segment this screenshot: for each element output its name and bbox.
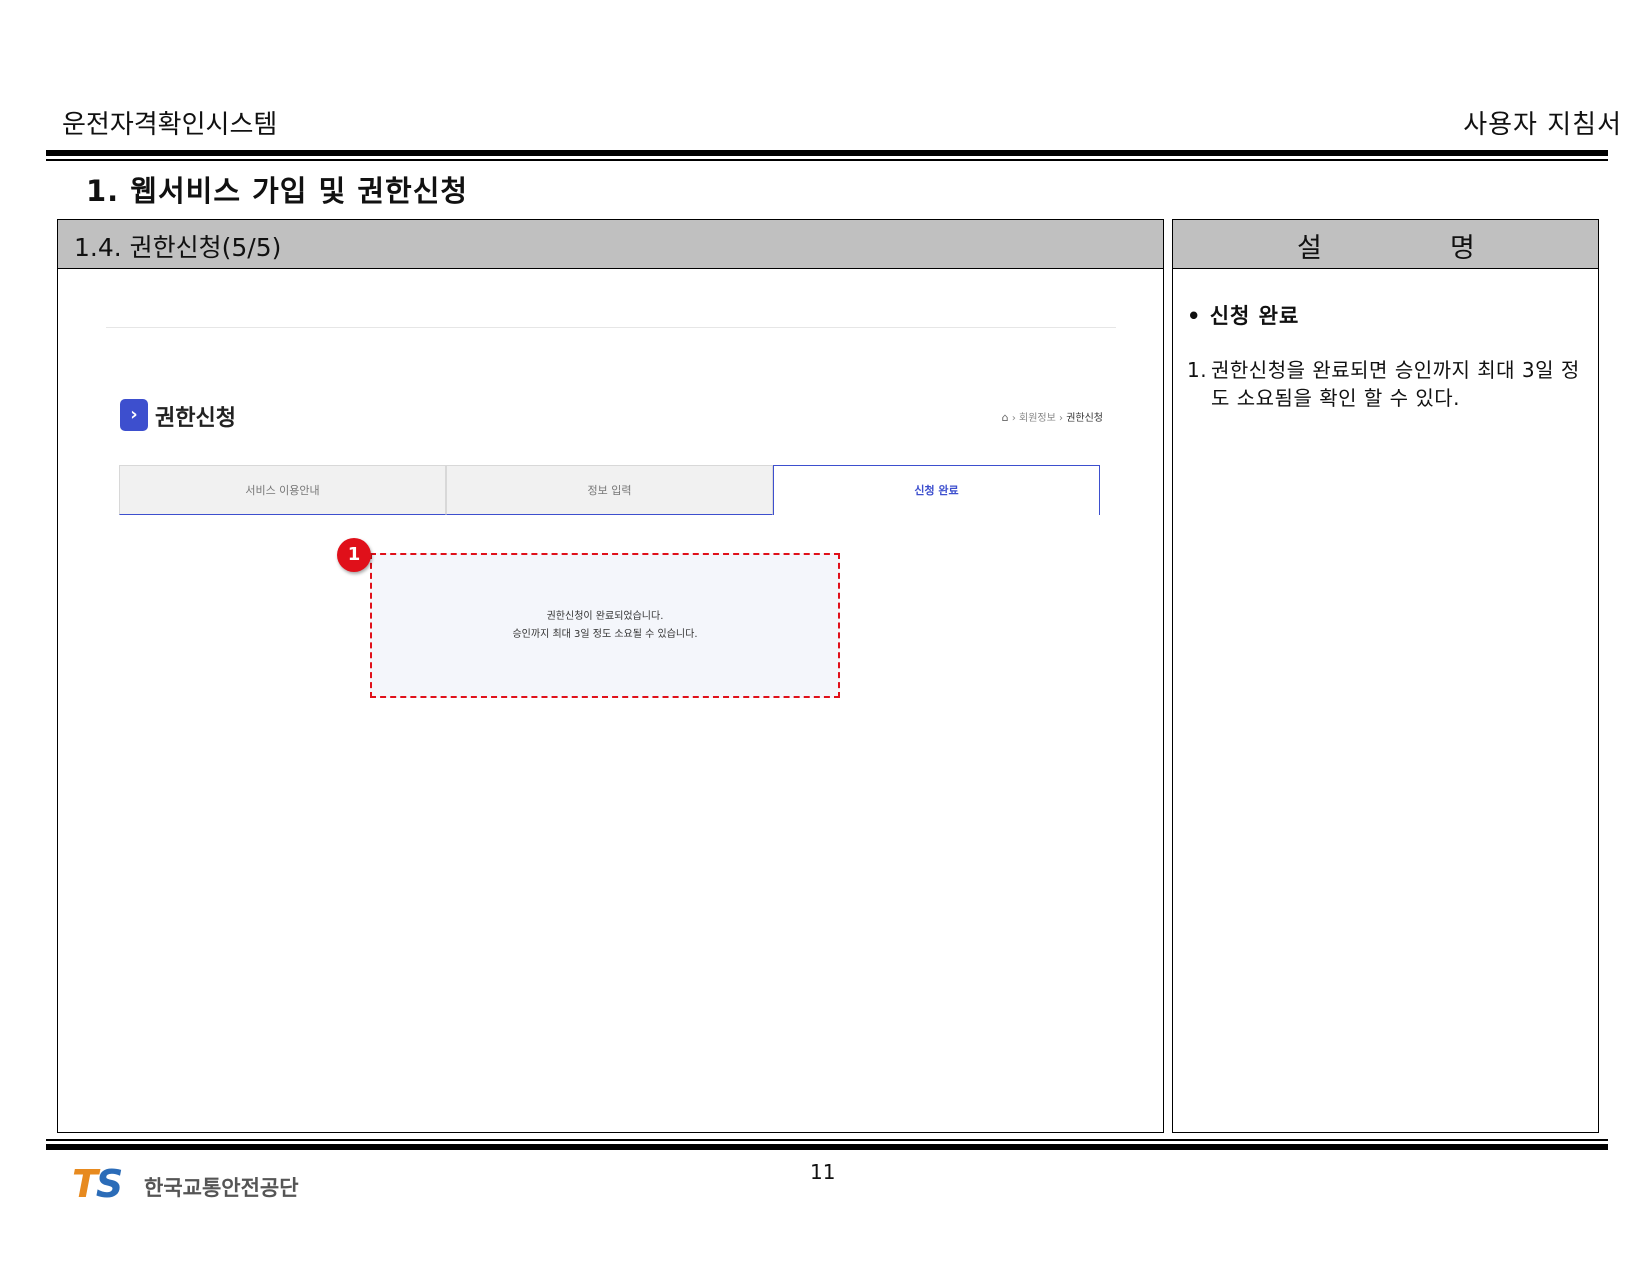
step-request-complete[interactable]: 신청 완료: [773, 465, 1100, 515]
description-bullet: • 신청 완료: [1187, 304, 1300, 328]
screen-panel: 1.4. 권한신청(5/5) › 권한신청 ⌂ › 회원정보 › 권한신청 서비…: [57, 219, 1164, 1133]
company-name: 한국교통안전공단: [144, 1176, 299, 1200]
page-number: 11: [810, 1160, 836, 1184]
home-icon[interactable]: ⌂: [1002, 411, 1009, 424]
ts-logo-mark: TS: [72, 1162, 123, 1206]
footer-rule-thin: [46, 1139, 1608, 1141]
document-type: 사용자 지침서: [1463, 110, 1622, 140]
header-rule-thin: [46, 159, 1608, 161]
logo-letter-t: T: [72, 1162, 98, 1206]
header-rule-thick: [46, 150, 1608, 156]
breadcrumb-separator: ›: [1011, 413, 1016, 424]
logo-letter-s: S: [95, 1162, 123, 1206]
web-divider: [106, 327, 1116, 328]
callout-marker: 1: [337, 538, 371, 572]
completion-message-line2: 승인까지 최대 3일 정도 소요될 수 있습니다.: [512, 629, 698, 640]
screen-panel-title: 1.4. 권한신청(5/5): [74, 233, 282, 262]
description-item-text: 권한신청을 완료되면 승인까지 최대 3일 정도 소요됨을 확인 할 수 있다.: [1211, 358, 1580, 410]
section-title: 1. 웹서비스 가입 및 권한신청: [86, 174, 469, 208]
description-panel-header: 설 명: [1173, 220, 1598, 269]
step-service-guide[interactable]: 서비스 이용안내: [119, 465, 446, 515]
description-item-number: 1.: [1187, 358, 1208, 382]
breadcrumb: ⌂ › 회원정보 › 권한신청: [1002, 409, 1103, 424]
description-header-right: 명: [1450, 233, 1475, 264]
breadcrumb-item-member-info[interactable]: 회원정보: [1019, 413, 1056, 424]
chevron-right-icon: ›: [120, 399, 148, 431]
step-tabs: 서비스 이용안내 정보 입력 신청 완료: [119, 465, 1100, 517]
breadcrumb-item-current: 권한신청: [1066, 413, 1103, 424]
web-page-title: 권한신청: [155, 406, 236, 431]
completion-message-box: 권한신청이 완료되었습니다. 승인까지 최대 3일 정도 소요될 수 있습니다.: [370, 553, 840, 698]
footer-rule-thick: [46, 1144, 1608, 1150]
completion-message-line1: 권한신청이 완료되었습니다.: [546, 611, 664, 622]
breadcrumb-separator: ›: [1059, 413, 1063, 424]
screen-panel-header: 1.4. 권한신청(5/5): [58, 220, 1163, 269]
system-name: 운전자격확인시스템: [62, 110, 278, 140]
description-header-left: 설: [1297, 233, 1322, 264]
description-panel: 설 명 • 신청 완료 1. 권한신청을 완료되면 승인까지 최대 3일 정도 …: [1172, 219, 1599, 1133]
step-info-input[interactable]: 정보 입력: [446, 465, 773, 515]
